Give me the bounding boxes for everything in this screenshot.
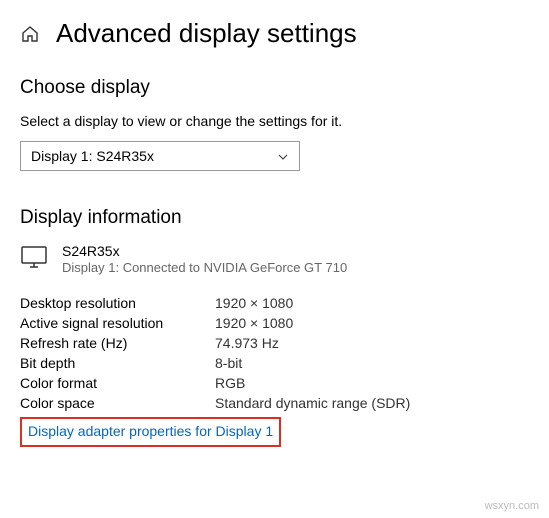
info-label: Active signal resolution	[20, 315, 215, 331]
info-value: 8-bit	[215, 355, 242, 371]
info-value: 74.973 Hz	[215, 335, 279, 351]
table-row: Active signal resolution 1920 × 1080	[20, 313, 529, 333]
info-value: Standard dynamic range (SDR)	[215, 395, 410, 411]
choose-display-instruction: Select a display to view or change the s…	[20, 113, 529, 129]
info-label: Color space	[20, 395, 215, 411]
table-row: Color space Standard dynamic range (SDR)	[20, 393, 529, 413]
info-label: Color format	[20, 375, 215, 391]
display-select-dropdown[interactable]: Display 1: S24R35x	[20, 141, 300, 171]
table-row: Bit depth 8-bit	[20, 353, 529, 373]
display-name: S24R35x	[62, 243, 347, 259]
info-label: Desktop resolution	[20, 295, 215, 311]
watermark: wsxyn.com	[485, 500, 539, 512]
adapter-properties-link[interactable]: Display adapter properties for Display 1	[28, 423, 273, 439]
table-row: Color format RGB	[20, 373, 529, 393]
table-row: Desktop resolution 1920 × 1080	[20, 293, 529, 313]
page-title: Advanced display settings	[56, 18, 357, 49]
info-label: Refresh rate (Hz)	[20, 335, 215, 351]
display-info-table: Desktop resolution 1920 × 1080 Active si…	[20, 293, 529, 413]
info-value: RGB	[215, 375, 245, 391]
chevron-down-icon	[277, 150, 289, 162]
display-connection: Display 1: Connected to NVIDIA GeForce G…	[62, 260, 347, 275]
highlighted-link-box: Display adapter properties for Display 1	[20, 417, 281, 447]
table-row: Refresh rate (Hz) 74.973 Hz	[20, 333, 529, 353]
home-icon[interactable]	[20, 24, 40, 44]
info-value: 1920 × 1080	[215, 315, 293, 331]
display-information-heading: Display information	[20, 207, 529, 229]
info-value: 1920 × 1080	[215, 295, 293, 311]
monitor-icon	[20, 245, 48, 269]
display-select-value: Display 1: S24R35x	[31, 148, 154, 164]
info-label: Bit depth	[20, 355, 215, 371]
choose-display-heading: Choose display	[20, 77, 529, 99]
